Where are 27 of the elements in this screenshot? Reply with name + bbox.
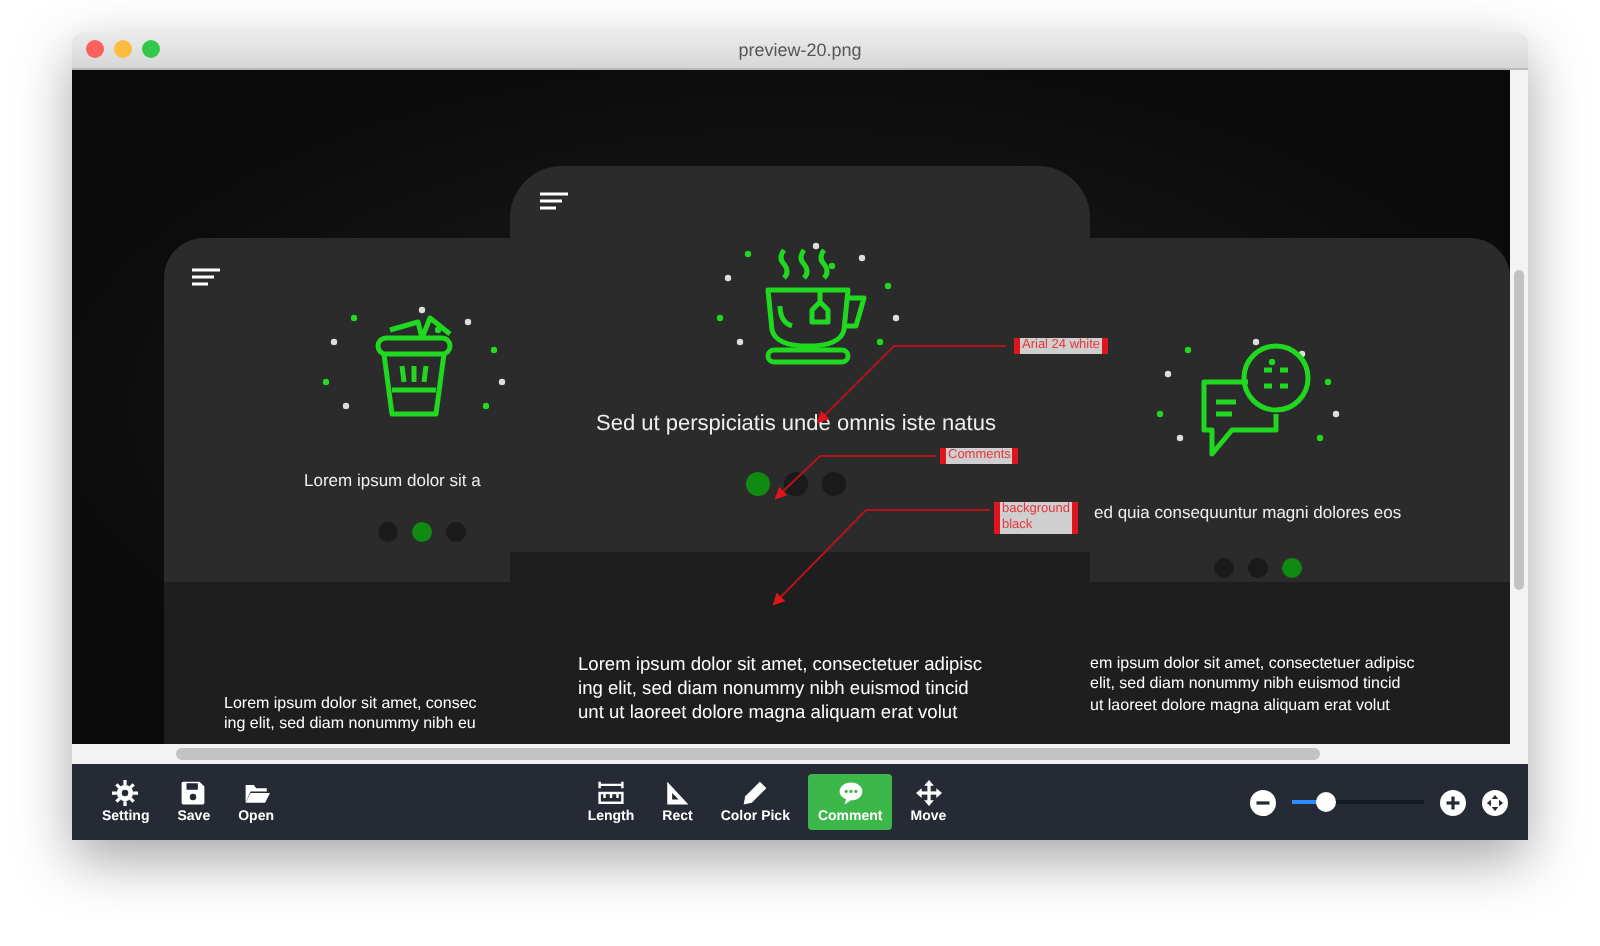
fit-screen-icon[interactable]: [1482, 789, 1508, 815]
folder-icon: [243, 780, 270, 806]
body-paragraph: Lorem ipsum dolor sit amet, consec ing elit, sed diam nonummy nibh eu: [224, 694, 477, 736]
zoom-in-icon[interactable]: [1440, 789, 1466, 815]
pencil-icon: [742, 780, 769, 806]
move-arrows-icon: [915, 780, 942, 806]
body-paragraph: em ipsum dolor sit amet, consectetuer adipisc elit, sed diam nonummy nibh euismod tincid ut laoreet dolore magna aliquam erat volut: [1090, 654, 1415, 717]
window-title: preview-20.png: [738, 40, 862, 60]
minimize-button[interactable]: [114, 40, 132, 58]
vertical-scrollbar-thumb[interactable]: [1514, 270, 1524, 590]
page-indicator-dot[interactable]: [746, 472, 770, 497]
zoom-out-icon[interactable]: [1250, 789, 1276, 815]
page-indicator-dot[interactable]: [1282, 558, 1302, 579]
screen-title: ed quia consequuntur magni dolores eos: [1094, 504, 1402, 523]
speech-bubble-icon: [837, 780, 864, 806]
menu-icon[interactable]: [540, 192, 568, 210]
settings-icon: [112, 780, 139, 806]
ruler-icon: [597, 780, 624, 806]
page-indicator-dot[interactable]: [412, 522, 432, 543]
close-button[interactable]: [86, 40, 104, 58]
page-indicator-dot[interactable]: [784, 472, 808, 497]
zoom-button[interactable]: [142, 40, 160, 58]
menu-icon[interactable]: [192, 268, 220, 286]
zoom-slider-thumb[interactable]: [1315, 792, 1335, 812]
horizontal-scrollbar-thumb[interactable]: [176, 748, 1320, 760]
screen-title: Lorem ipsum dolor sit a: [304, 472, 481, 491]
body-paragraph: Lorem ipsum dolor sit amet, consectetuer adipisc ing elit, sed diam nonummy nibh euismod tincid unt ut laoreet dolore magna aliquam erat volut: [578, 652, 983, 725]
